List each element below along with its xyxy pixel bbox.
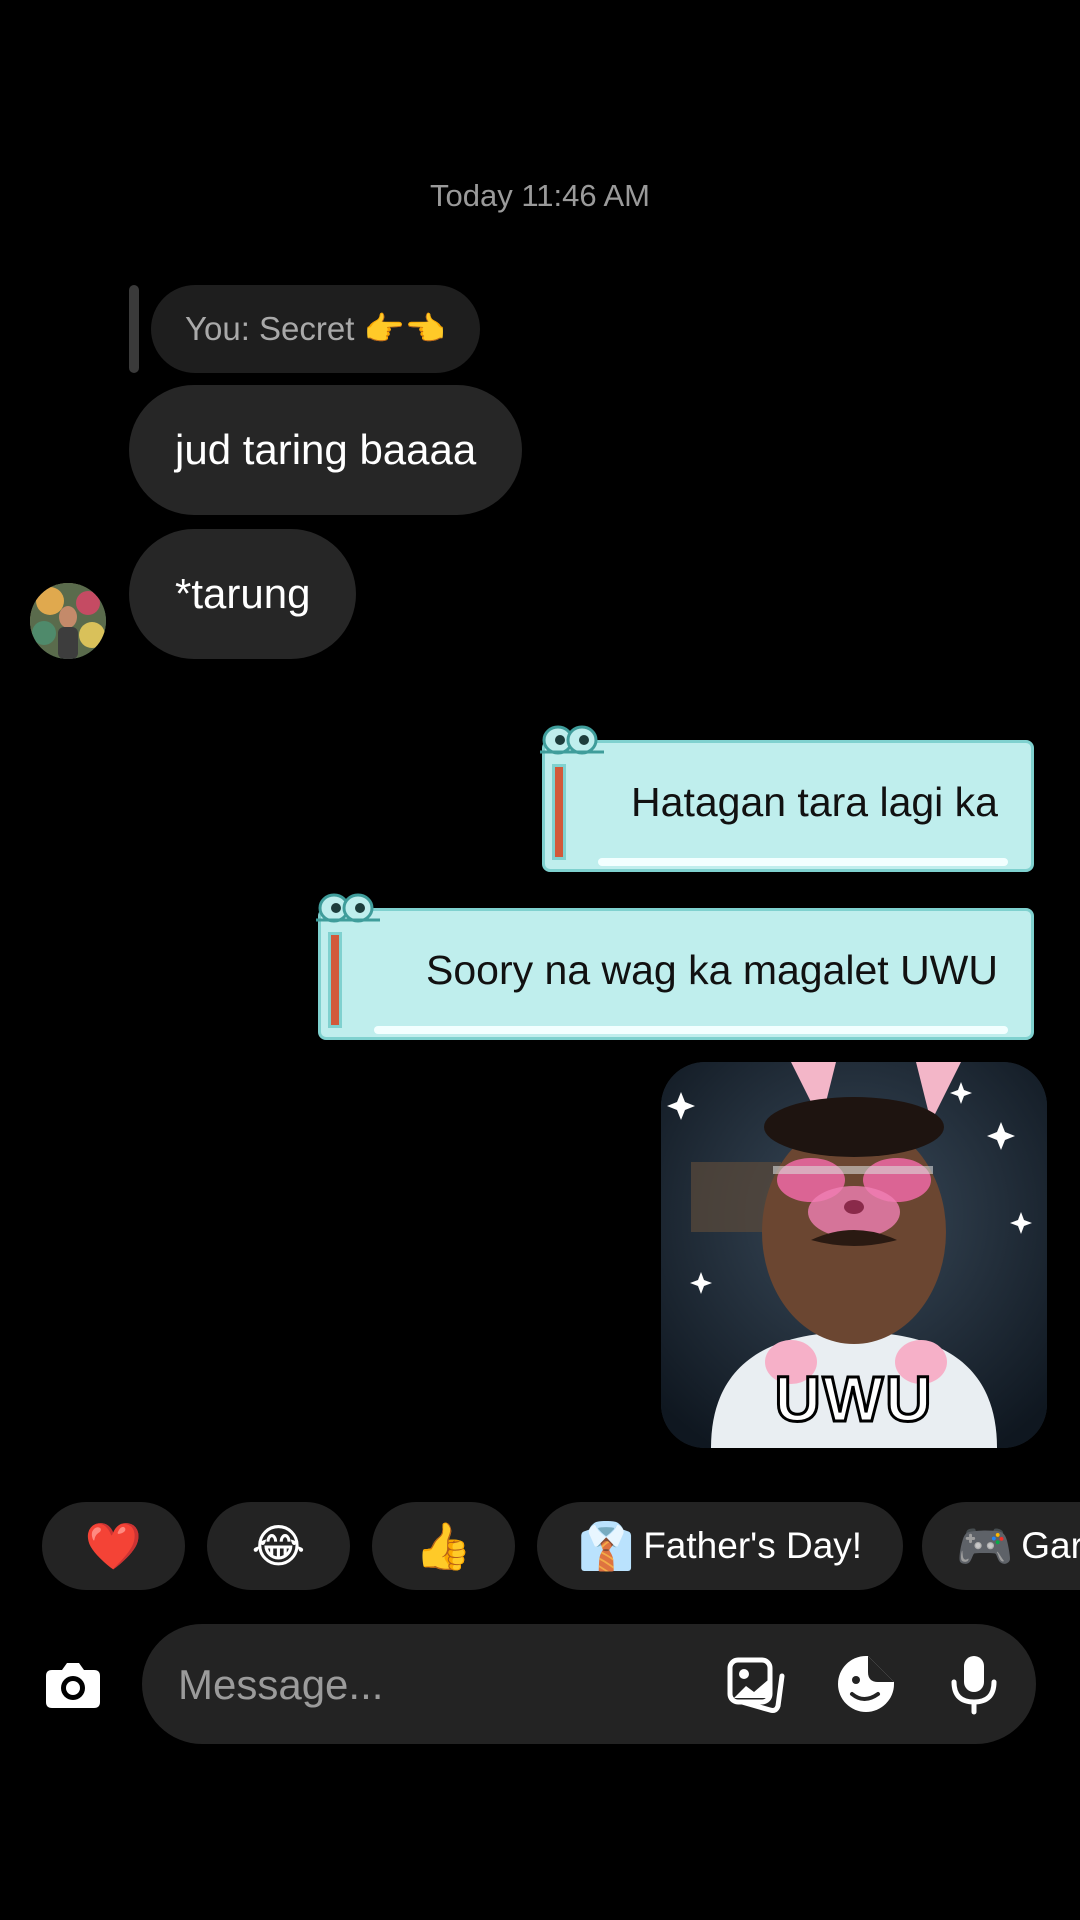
incoming-message[interactable]: jud taring baaaa [129, 385, 523, 515]
sticker-icon[interactable] [834, 1652, 898, 1716]
fathers-day-label: Father's Day! [643, 1525, 863, 1566]
reaction-heart[interactable]: ❤️ [42, 1502, 185, 1590]
games-label: Gar [1021, 1525, 1080, 1566]
necktie-icon: 👔 [577, 1520, 636, 1572]
reaction-thumbs-up[interactable]: 👍 [372, 1502, 515, 1590]
laughing-face-icon: 😂 [251, 1520, 306, 1572]
camera-icon[interactable] [40, 1652, 106, 1718]
game-controller-icon: 🎮 [956, 1520, 1014, 1572]
bubble-frame-strip [552, 764, 566, 860]
thumbs-up-icon: 👍 [414, 1520, 473, 1572]
reply-bar [129, 285, 139, 373]
reaction-laugh[interactable]: 😂 [207, 1502, 350, 1590]
outgoing-message-text: Soory na wag ka magalet UWU [426, 946, 998, 993]
quick-reactions: ❤️ 😂 👍 👔 Father's Day! 🎮 Gar [42, 1502, 1080, 1592]
fathers-day-chip[interactable]: 👔 Father's Day! [537, 1502, 903, 1590]
heart-icon: ❤️ [84, 1520, 143, 1572]
sticker-message[interactable]: UWU [661, 1062, 1047, 1448]
bubble-frame-strip [328, 932, 342, 1028]
sticker-caption: UWU [773, 1362, 934, 1437]
outgoing-message-text: Hatagan tara lagi ka [631, 778, 998, 825]
timestamp: Today 11:46 AM [429, 178, 650, 213]
message-input[interactable] [176, 1624, 700, 1746]
frog-eyes-icon [316, 893, 380, 923]
microphone-icon[interactable] [942, 1652, 1006, 1716]
gallery-icon[interactable] [724, 1652, 788, 1716]
message-composer [142, 1624, 1036, 1746]
frog-eyes-icon [540, 725, 604, 755]
incoming-message[interactable]: *tarung [129, 529, 357, 659]
games-chip[interactable]: 🎮 Gar [922, 1502, 1080, 1590]
reply-preview[interactable]: You: Secret 👉👈 [151, 285, 480, 373]
outgoing-message[interactable]: Soory na wag ka magalet UWU [316, 893, 1034, 1040]
outgoing-message[interactable]: Hatagan tara lagi ka [540, 725, 1034, 872]
avatar[interactable] [30, 583, 106, 659]
